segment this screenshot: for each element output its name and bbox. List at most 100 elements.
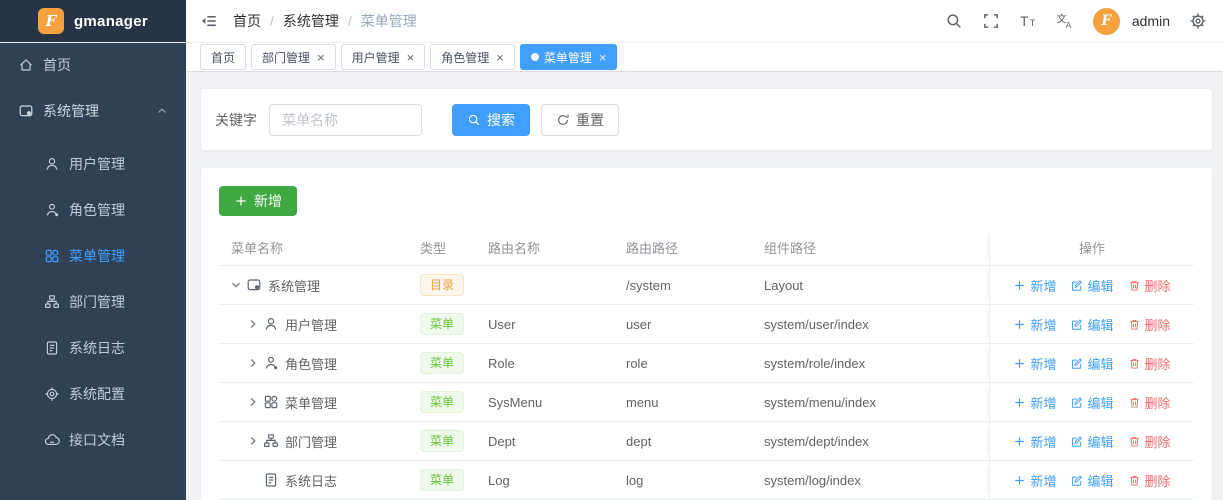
table-row: 用户管理 菜单 User user system/user/index 新增 编…	[219, 305, 1194, 344]
api-icon	[44, 432, 60, 448]
row-edit-link[interactable]: 编辑	[1070, 393, 1114, 412]
menu-grid-icon	[44, 248, 60, 264]
sidebar-item-home[interactable]: 首页	[0, 43, 186, 87]
row-edit-link[interactable]: 编辑	[1070, 432, 1114, 451]
tab[interactable]: 菜单管理 ×	[519, 44, 618, 70]
row-delete-link[interactable]: 删除	[1128, 276, 1171, 295]
trash-icon	[1128, 357, 1141, 370]
table-row: 角色管理 菜单 Role role system/role/index 新增 编…	[219, 344, 1194, 383]
expand-row-icon[interactable]	[246, 395, 260, 409]
sidebar-item-menu-grid[interactable]: 菜单管理	[0, 233, 186, 279]
sidebar-item-role[interactable]: 角色管理	[0, 187, 186, 233]
search-icon[interactable]	[945, 12, 963, 30]
sidebar-submenu: 用户管理 角色管理 菜单管理 部门管理 系统日志 系统配置 接口文档	[0, 135, 186, 463]
menu-name: 菜单管理	[285, 395, 338, 411]
route-name: Role	[488, 355, 515, 371]
row-delete-link[interactable]: 删除	[1128, 315, 1171, 334]
table-body: 系统管理 目录 /system Layout 新增 编辑 删除 用户管理 菜单 …	[219, 266, 1194, 500]
menu-name: 部门管理	[285, 434, 338, 450]
component-path: system/user/index	[764, 316, 869, 332]
menu-grid-icon	[263, 394, 279, 410]
font-size-icon[interactable]: TT	[1019, 12, 1037, 30]
add-menu-button[interactable]: 新增	[219, 186, 297, 216]
tab-close-icon[interactable]: ×	[496, 51, 504, 64]
tab-bar: 首页 部门管理 × 用户管理 × 角色管理 × 菜单管理 ×	[186, 43, 1223, 72]
expand-icon	[246, 473, 260, 487]
expand-row-icon[interactable]	[246, 317, 260, 331]
row-add-link[interactable]: 新增	[1013, 276, 1056, 295]
plus-icon	[1013, 396, 1026, 409]
app-title: gmanager	[73, 12, 149, 30]
role-icon	[44, 202, 60, 218]
collapse-row-icon[interactable]	[229, 278, 243, 292]
expand-row-icon[interactable]	[246, 434, 260, 448]
trash-icon	[1128, 279, 1141, 292]
breadcrumb-separator: /	[270, 13, 274, 29]
row-add-link[interactable]: 新增	[1013, 393, 1056, 412]
sidebar-item-api[interactable]: 接口文档	[0, 417, 186, 463]
keyword-input[interactable]	[269, 103, 422, 136]
settings-gear-icon[interactable]	[1189, 12, 1207, 30]
tab-close-icon[interactable]: ×	[407, 51, 415, 64]
log-icon	[44, 340, 60, 356]
tab-close-icon[interactable]: ×	[317, 51, 325, 64]
tab[interactable]: 用户管理 ×	[340, 44, 426, 70]
row-add-link[interactable]: 新增	[1013, 471, 1056, 490]
column-header: 操作	[989, 230, 1194, 265]
tab[interactable]: 首页	[200, 44, 247, 70]
row-delete-link[interactable]: 删除	[1128, 432, 1171, 451]
svg-text:T: T	[1030, 18, 1036, 28]
fold-sidebar-icon[interactable]	[200, 12, 218, 30]
type-tag: 菜单	[420, 391, 464, 413]
tab[interactable]: 角色管理 ×	[430, 44, 515, 70]
search-button[interactable]: 搜索	[452, 103, 530, 136]
sidebar-item-config[interactable]: 系统配置	[0, 371, 186, 417]
trash-icon	[1128, 396, 1141, 409]
row-delete-link[interactable]: 删除	[1128, 471, 1171, 490]
translate-icon[interactable]: 文A	[1056, 12, 1074, 30]
edit-icon	[1070, 279, 1083, 292]
breadcrumb-item[interactable]: 系统管理	[283, 11, 339, 31]
row-edit-link[interactable]: 编辑	[1070, 471, 1114, 490]
route-path: user	[626, 316, 652, 332]
row-edit-link[interactable]: 编辑	[1070, 276, 1114, 295]
config-icon	[44, 386, 60, 402]
row-add-link[interactable]: 新增	[1013, 315, 1056, 334]
row-add-link[interactable]: 新增	[1013, 432, 1056, 451]
sidebar-section-system[interactable]: 系统管理	[0, 87, 186, 135]
tab[interactable]: 部门管理 ×	[251, 44, 336, 70]
avatar[interactable]: F	[1092, 7, 1120, 35]
user-icon	[263, 316, 279, 332]
route-name: SysMenu	[488, 394, 543, 410]
type-tag: 菜单	[420, 430, 464, 452]
trash-icon	[1128, 435, 1141, 448]
route-name: User	[488, 316, 516, 332]
type-tag: 菜单	[420, 469, 464, 491]
sidebar-item-log[interactable]: 系统日志	[0, 325, 186, 371]
row-delete-link[interactable]: 删除	[1128, 393, 1171, 412]
component-path: system/menu/index	[764, 394, 876, 410]
log-icon	[263, 472, 279, 488]
fullscreen-icon[interactable]	[982, 12, 1000, 30]
type-tag: 菜单	[420, 313, 464, 335]
sidebar-item-dept[interactable]: 部门管理	[0, 279, 186, 325]
plus-icon	[1013, 279, 1026, 292]
app-logo[interactable]: F gmanager	[0, 0, 186, 42]
role-icon	[263, 355, 279, 371]
table-row: 系统管理 目录 /system Layout 新增 编辑 删除	[219, 266, 1194, 305]
expand-row-icon[interactable]	[246, 356, 260, 370]
svg-text:A: A	[1065, 20, 1071, 30]
sidebar-item-user[interactable]: 用户管理	[0, 141, 186, 187]
breadcrumb-item[interactable]: 首页	[233, 11, 261, 31]
username[interactable]: admin	[1132, 13, 1170, 29]
menu-table: 菜单名称 类型 路由名称 路由路径 组件路径 操作 系统管理 目录 /system Lay…	[219, 230, 1194, 500]
column-header: 菜单名称	[231, 241, 284, 256]
plus-icon	[234, 194, 248, 208]
reset-button[interactable]: 重置	[541, 103, 619, 136]
row-edit-link[interactable]: 编辑	[1070, 354, 1114, 373]
row-add-link[interactable]: 新增	[1013, 354, 1056, 373]
row-edit-link[interactable]: 编辑	[1070, 315, 1114, 334]
edit-icon	[1070, 357, 1083, 370]
row-delete-link[interactable]: 删除	[1128, 354, 1171, 373]
tab-close-icon[interactable]: ×	[599, 51, 607, 64]
